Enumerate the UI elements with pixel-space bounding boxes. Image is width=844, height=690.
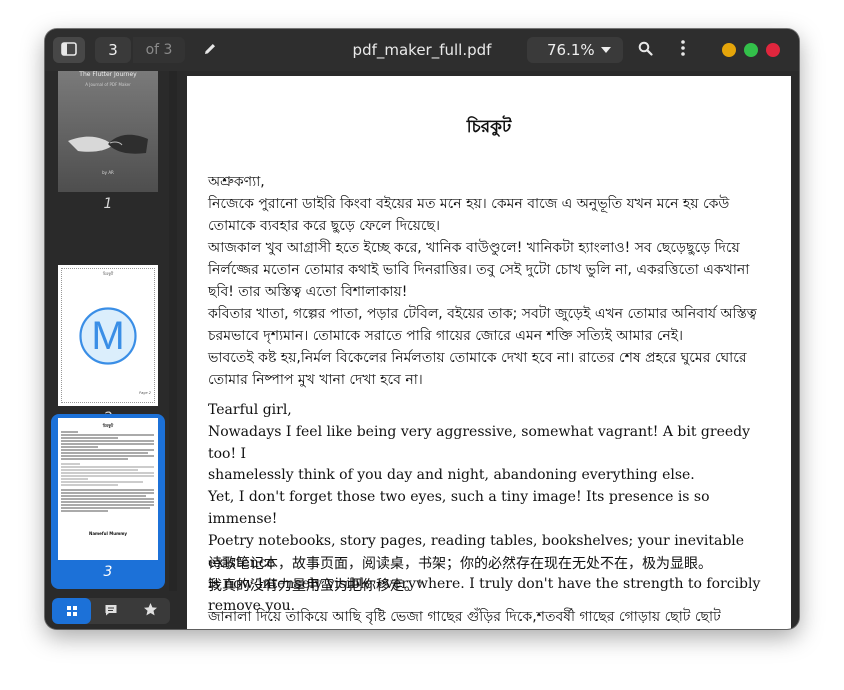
thumbnail-image: The Flutter Journey A Journal of PDF Mak… — [58, 71, 158, 192]
search-button[interactable] — [633, 37, 657, 63]
sidebar-view-switcher — [52, 598, 170, 624]
pencil-icon — [203, 41, 217, 60]
chevron-down-icon — [601, 47, 611, 53]
minimize-button[interactable] — [722, 43, 736, 57]
grid-icon — [66, 602, 78, 621]
search-icon — [638, 41, 653, 60]
maximize-button[interactable] — [744, 43, 758, 57]
app-window: 3 of 3 pdf_maker_full.pdf 76.1% The Flut… — [45, 29, 799, 629]
main-menu-button[interactable] — [669, 37, 697, 63]
bengali-paragraph: অশ্রুকণ্যা, নিজেকে পুরানো ডাইরি কিংবা বই… — [208, 174, 757, 388]
header-bar: 3 of 3 pdf_maker_full.pdf 76.1% — [45, 29, 799, 71]
thumbnail-sidebar: The Flutter Journey A Journal of PDF Mak… — [45, 71, 177, 629]
document-title: চিরকুট — [466, 117, 512, 137]
page-number-input[interactable]: 3 — [95, 37, 131, 63]
sidebar-icon — [61, 41, 77, 60]
zoom-level: 76.1% — [547, 41, 595, 59]
zoom-selector[interactable]: 76.1% — [527, 37, 623, 63]
chinese-paragraph: 诗歌笔记本，故事页面，阅读桌，书架；你的必然存在现在无处不在，极为显眼。 我真的… — [208, 556, 712, 594]
thumbnail-label: 3 — [103, 564, 113, 580]
logo-letter: M — [91, 313, 125, 358]
bengali-trailing-paragraph: জানালা দিয়ে তাকিয়ে আছি বৃষ্টি ভেজা গাছ… — [208, 609, 721, 625]
cover-title: The Flutter Journey — [79, 71, 137, 78]
thumbnail-footer-text: Page 2 — [139, 391, 151, 395]
document-viewer[interactable]: চিরকুট অশ্রুকণ্যা, নিজেকে পুরানো ডাইরি ক… — [177, 71, 799, 629]
comment-icon — [104, 602, 118, 621]
annotations-tab[interactable] — [91, 598, 130, 624]
thumbnail-label: 1 — [103, 196, 113, 212]
thumbnail-image: চিরকুট M Page 2 — [58, 265, 158, 406]
bookmarks-tab[interactable] — [131, 598, 170, 624]
thumbnails-tab[interactable] — [52, 598, 92, 624]
thumbnail-header-text: চিরকুট — [102, 423, 114, 428]
close-button[interactable] — [766, 43, 780, 57]
sidebar-scrollbar[interactable] — [169, 71, 177, 591]
thumbnail-text-lines — [61, 431, 154, 512]
thumbnail-footer-text: Nameful Mummy — [88, 531, 128, 536]
cover-author: by AR — [102, 170, 114, 175]
page-total-label: of 3 — [133, 37, 185, 63]
annotate-button[interactable] — [195, 37, 225, 63]
thumbnail-header-text: চিরকুট — [102, 271, 114, 276]
cover-subtitle: A Journal of PDF Maker — [85, 82, 131, 87]
document-page: চিরকুট অশ্রুকণ্যা, নিজেকে পুরানো ডাইরি ক… — [187, 76, 791, 629]
sidebar-toggle-button[interactable] — [53, 37, 85, 63]
star-icon — [143, 602, 158, 621]
kebab-menu-icon — [680, 40, 686, 60]
thumbnail-image: চিরকুট Nameful Mummy — [58, 418, 158, 560]
window-title: pdf_maker_full.pdf — [352, 41, 492, 59]
